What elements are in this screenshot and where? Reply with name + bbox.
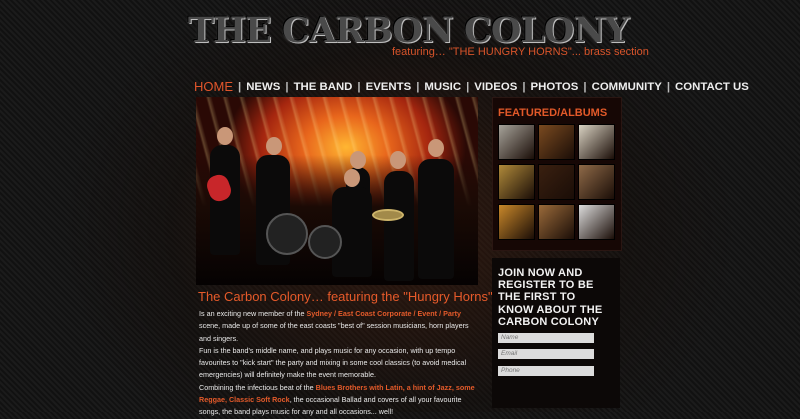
band-member-head <box>428 139 444 157</box>
band-member <box>418 159 454 279</box>
text: scene, made up of some of the east coast… <box>199 321 469 343</box>
site-logo[interactable]: THE CARBON COLONY <box>188 13 629 48</box>
nav-separator: | <box>583 80 587 93</box>
drum <box>266 213 308 255</box>
trumpet-thumb[interactable] <box>538 204 575 240</box>
email-field[interactable] <box>498 349 594 359</box>
nav-separator: | <box>416 80 420 93</box>
nav-news[interactable]: NEWS <box>246 81 280 93</box>
featured-albums-panel: FEATURED/ALBUMS <box>492 97 622 251</box>
nav-community[interactable]: COMMUNITY <box>592 81 662 93</box>
band-member-head <box>390 151 406 169</box>
band-member-head <box>217 127 233 145</box>
spotlight-thumb[interactable] <box>498 204 535 240</box>
join-title: JOIN NOW AND REGISTER TO BE THE FIRST TO… <box>498 267 603 328</box>
sparkle-thumb[interactable] <box>538 164 575 200</box>
notes-thumb[interactable] <box>578 204 615 240</box>
band-member-head <box>350 151 366 169</box>
text: Combining the infectious beat of the <box>199 382 316 392</box>
name-field[interactable] <box>498 333 594 343</box>
text: Is an exciting new member of the <box>199 309 307 318</box>
music-sheet-thumb[interactable] <box>498 164 535 200</box>
intro-text: Is an exciting new member of the Sydney … <box>199 308 479 419</box>
nav-events[interactable]: EVENTS <box>366 81 412 93</box>
nav-separator: | <box>466 80 470 93</box>
cymbal <box>372 209 404 221</box>
guitar-thumb[interactable] <box>498 124 535 160</box>
nav-videos[interactable]: VIDEOS <box>474 81 517 93</box>
nav-home[interactable]: HOME <box>194 79 233 94</box>
featured-albums-title: FEATURED/ALBUMS <box>498 107 608 119</box>
nav-separator: | <box>522 80 526 93</box>
nav-contact-us[interactable]: CONTACT US <box>675 81 749 93</box>
band-photo <box>196 97 478 285</box>
stage-light-thumb[interactable] <box>578 124 615 160</box>
intro-paragraph-1: Is an exciting new member of the Sydney … <box>199 308 479 345</box>
drum <box>308 225 342 259</box>
nav-separator: | <box>357 80 361 93</box>
highlight-text: Sydney / East Coast Corporate / Event / … <box>306 309 462 318</box>
band-member-head <box>344 169 360 187</box>
page-headline: The Carbon Colony… featuring the "Hungry… <box>198 289 493 304</box>
phone-field[interactable] <box>498 366 594 376</box>
nav-separator: | <box>666 80 671 93</box>
crowd-thumb[interactable] <box>538 124 575 160</box>
band-member <box>384 171 414 281</box>
join-panel: JOIN NOW AND REGISTER TO BE THE FIRST TO… <box>492 258 620 408</box>
tagline: featuring… "THE HUNGRY HORNS"... brass s… <box>392 46 649 58</box>
band-member-head <box>266 137 282 155</box>
intro-paragraph-2: Fun is the band's middle name, and plays… <box>199 345 467 380</box>
intro-paragraph-3: Combining the infectious beat of the Blu… <box>199 382 479 419</box>
nav-the-band[interactable]: THE BAND <box>294 81 353 93</box>
piano-keys-thumb[interactable] <box>578 164 615 200</box>
nav-music[interactable]: MUSIC <box>424 81 461 93</box>
nav-separator: | <box>285 80 289 93</box>
nav-separator: | <box>238 80 242 93</box>
main-nav: HOME | NEWS | THE BAND | EVENTS | MUSIC | VID… <box>194 79 749 94</box>
nav-photos[interactable]: PHOTOS <box>531 81 579 93</box>
